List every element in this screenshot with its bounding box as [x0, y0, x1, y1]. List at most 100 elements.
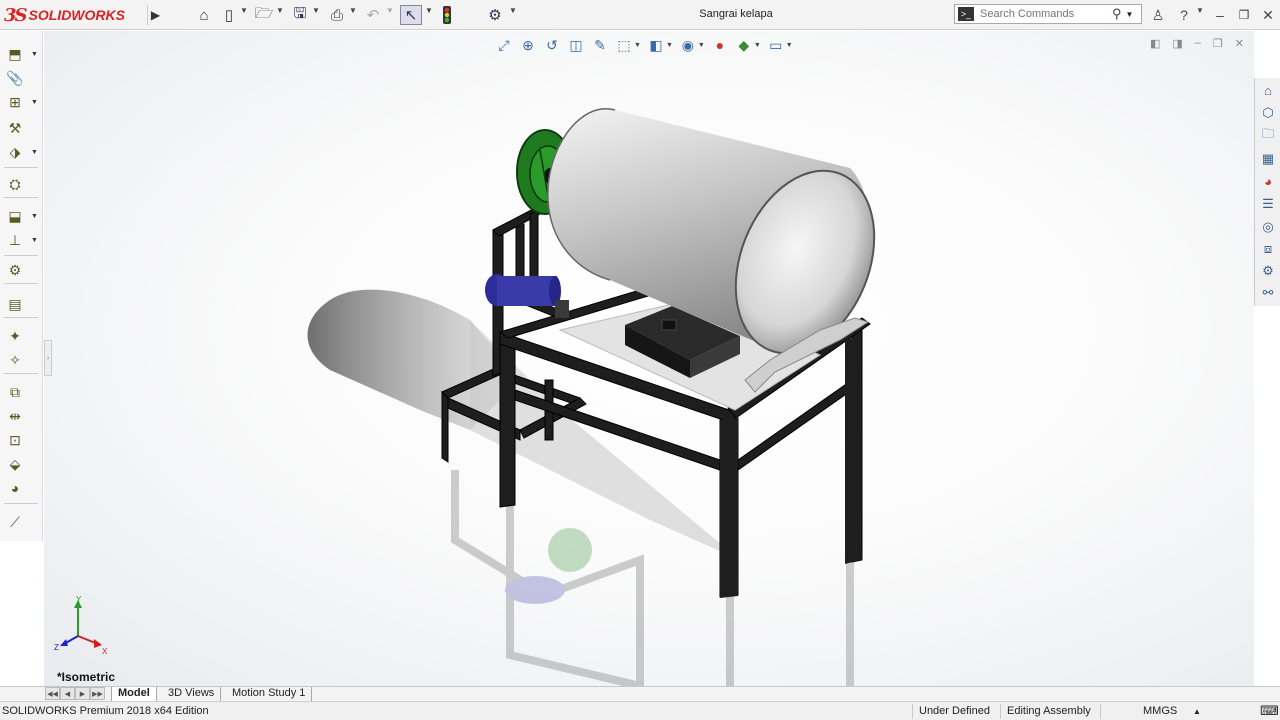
hole-alignment-icon[interactable]: ⊡ — [5, 431, 25, 449]
triad-z-label: Z — [54, 643, 59, 652]
model-tabs-bar: ◀◀ ◀ ▶ ▶▶ Model 3D Views Motion Study 1 — [0, 686, 1280, 701]
view-palette-icon[interactable]: ▦ — [1258, 149, 1278, 169]
tab-last-arrow-icon[interactable]: ▶▶ — [90, 687, 105, 700]
interference-detection-icon[interactable]: ⧉ — [5, 383, 25, 401]
reference-geometry-dropdown-icon[interactable]: ▼ — [31, 237, 38, 244]
dynamic-annotation-icon[interactable]: ✎ — [591, 37, 609, 54]
menu-expand-arrow-icon[interactable]: ▶ — [147, 5, 163, 25]
separator — [1000, 704, 1001, 719]
exploded-view-icon[interactable]: ✦ — [5, 327, 25, 345]
select-cursor-icon[interactable]: ↖ — [400, 5, 422, 25]
insert-components-dropdown-icon[interactable]: ▼ — [31, 51, 38, 58]
smart-fasteners-icon[interactable]: ⚒ — [5, 119, 25, 137]
reference-geometry-icon[interactable]: ⊥ — [5, 231, 25, 249]
file-explorer-icon[interactable]: 🗀 — [1258, 126, 1278, 146]
bill-of-materials-icon[interactable]: ▤ — [5, 295, 25, 313]
update-speedpak-icon[interactable]: ◕ — [5, 479, 25, 497]
restore-window-icon[interactable]: ❐ — [1234, 5, 1254, 25]
view-settings-dropdown-icon[interactable]: ▼ — [786, 42, 793, 49]
solidworks-logo[interactable]: 3S SOLIDWORKS — [4, 4, 125, 26]
view-settings-icon[interactable]: ▭ — [767, 37, 785, 54]
open-folder-icon[interactable]: 🗁 — [254, 5, 274, 25]
options-gear-icon[interactable]: ⚙ — [485, 5, 505, 25]
new-motion-study-icon[interactable]: ⚙ — [5, 261, 25, 279]
instant3d-icon[interactable]: ⬙ — [5, 455, 25, 473]
print-dropdown-icon[interactable]: ▼ — [349, 6, 357, 15]
tab-prev-arrow-icon[interactable]: ◀ — [60, 687, 75, 700]
sustainability-icon[interactable]: ⚯ — [1258, 283, 1278, 303]
save-icon[interactable]: 🖫 — [290, 5, 310, 25]
linear-component-pattern-icon[interactable]: ⊞ — [5, 93, 25, 111]
minimize-window-icon[interactable]: – — [1210, 5, 1230, 25]
tab-first-arrow-icon[interactable]: ◀◀ — [45, 687, 60, 700]
tab-next-arrow-icon[interactable]: ▶ — [75, 687, 90, 700]
pattern-dropdown-icon[interactable]: ▼ — [31, 99, 38, 106]
assembly-features-icon[interactable]: ⬓ — [5, 207, 25, 225]
search-dropdown-icon[interactable]: ▼ — [1126, 10, 1134, 19]
move-component-icon[interactable]: ⬗ — [5, 143, 25, 161]
undo-dropdown-icon[interactable]: ▼ — [386, 6, 394, 15]
appearances-scenes-icon[interactable]: ◕ — [1258, 171, 1278, 191]
tab-model[interactable]: Model — [111, 687, 157, 701]
plugins-icon[interactable]: ⚙ — [1258, 261, 1278, 281]
apply-scene-icon[interactable]: ◆ — [735, 37, 753, 54]
select-dropdown-icon[interactable]: ▼ — [425, 6, 433, 15]
community-icon[interactable]: ⧈ — [1258, 239, 1278, 259]
edit-appearance-icon[interactable]: ● — [711, 37, 729, 53]
separator — [4, 373, 38, 374]
print-icon[interactable]: ⎙ — [327, 5, 347, 25]
custom-properties-icon[interactable]: ☰ — [1258, 194, 1278, 214]
save-dropdown-icon[interactable]: ▼ — [312, 6, 320, 15]
insert-components-icon[interactable]: ⬒ — [5, 45, 25, 63]
help-dropdown-icon[interactable]: ▼ — [1196, 6, 1204, 15]
hide-show-items-icon[interactable]: ◉ — [679, 37, 697, 54]
show-hidden-components-icon[interactable]: ⛭ — [5, 175, 25, 193]
search-commands[interactable]: >_ ⚲ ▼ — [954, 4, 1142, 24]
explode-line-sketch-icon[interactable]: ✧ — [5, 351, 25, 369]
tab-motion-study-1[interactable]: Motion Study 1 — [226, 687, 313, 701]
clearance-verification-icon[interactable]: ⇹ — [5, 407, 25, 425]
unit-system-selector[interactable]: MMGS — [1143, 705, 1177, 717]
mate-icon[interactable]: 📎 — [5, 69, 25, 87]
tab-3d-views[interactable]: 3D Views — [162, 687, 222, 701]
graphics-area[interactable]: ◧ ◨ – ❐ ✕ Y X Z — [44, 31, 1254, 687]
view-orientation-dropdown-icon[interactable]: ▼ — [634, 42, 641, 49]
assembly-model[interactable] — [44, 31, 1254, 687]
solidworks-forum-icon[interactable]: ◎ — [1258, 217, 1278, 237]
help-icon[interactable]: ? — [1176, 5, 1192, 25]
zoom-to-area-icon[interactable]: ⊕ — [519, 37, 537, 54]
user-account-icon[interactable]: ♙ — [1150, 5, 1166, 25]
open-dropdown-icon[interactable]: ▼ — [276, 6, 284, 15]
hide-show-dropdown-icon[interactable]: ▼ — [698, 42, 705, 49]
feature-tree-toggle-handle[interactable]: › — [44, 340, 52, 376]
move-component-dropdown-icon[interactable]: ▼ — [31, 149, 38, 156]
task-pane: ⌂ ⬡ 🗀 ▦ ◕ ☰ ◎ ⧈ ⚙ ⚯ — [1254, 78, 1280, 306]
search-input[interactable] — [980, 8, 1108, 20]
design-library-icon[interactable]: ⬡ — [1258, 103, 1278, 123]
apply-scene-dropdown-icon[interactable]: ▼ — [754, 42, 761, 49]
undo-icon[interactable]: ↶ — [363, 5, 383, 25]
zoom-to-fit-icon[interactable]: ⤢ — [495, 37, 513, 54]
solidworks-resources-icon[interactable]: ⌂ — [1258, 80, 1278, 100]
command-manager-left: ⬒ ▼ 📎 ⊞ ▼ ⚒ ⬗ ▼ ⛭ ⬓ ▼ ⊥ ▼ ⚙ ▤ ✦ ✧ ⧉ ⇹ ⊡ … — [0, 31, 43, 541]
display-style-icon[interactable]: ◧ — [647, 37, 665, 54]
section-view-icon[interactable]: ◫ — [567, 37, 585, 54]
search-icon[interactable]: ⚲ — [1112, 6, 1122, 22]
separator — [4, 317, 38, 318]
quick-tips-icon[interactable]: ⌨ — [1260, 703, 1279, 719]
editing-mode-status: Editing Assembly — [1007, 705, 1091, 717]
new-document-icon[interactable]: ▯ — [220, 5, 238, 25]
new-dropdown-icon[interactable]: ▼ — [240, 6, 248, 15]
view-orientation-icon[interactable]: ⬚ — [615, 37, 633, 54]
close-window-icon[interactable]: ✕ — [1258, 5, 1278, 25]
options-dropdown-icon[interactable]: ▼ — [509, 6, 517, 15]
assembly-features-dropdown-icon[interactable]: ▼ — [31, 213, 38, 220]
separator — [912, 704, 913, 719]
coordinate-triad: Y X Z — [54, 596, 108, 656]
display-style-dropdown-icon[interactable]: ▼ — [666, 42, 673, 49]
home-icon[interactable]: ⌂ — [194, 5, 214, 25]
unit-system-arrow-icon[interactable]: ▲ — [1193, 707, 1201, 716]
rebuild-traffic-light-icon[interactable] — [439, 5, 455, 25]
previous-view-icon[interactable]: ↺ — [543, 37, 561, 54]
take-snapshot-icon[interactable]: ⟋ — [5, 513, 25, 531]
